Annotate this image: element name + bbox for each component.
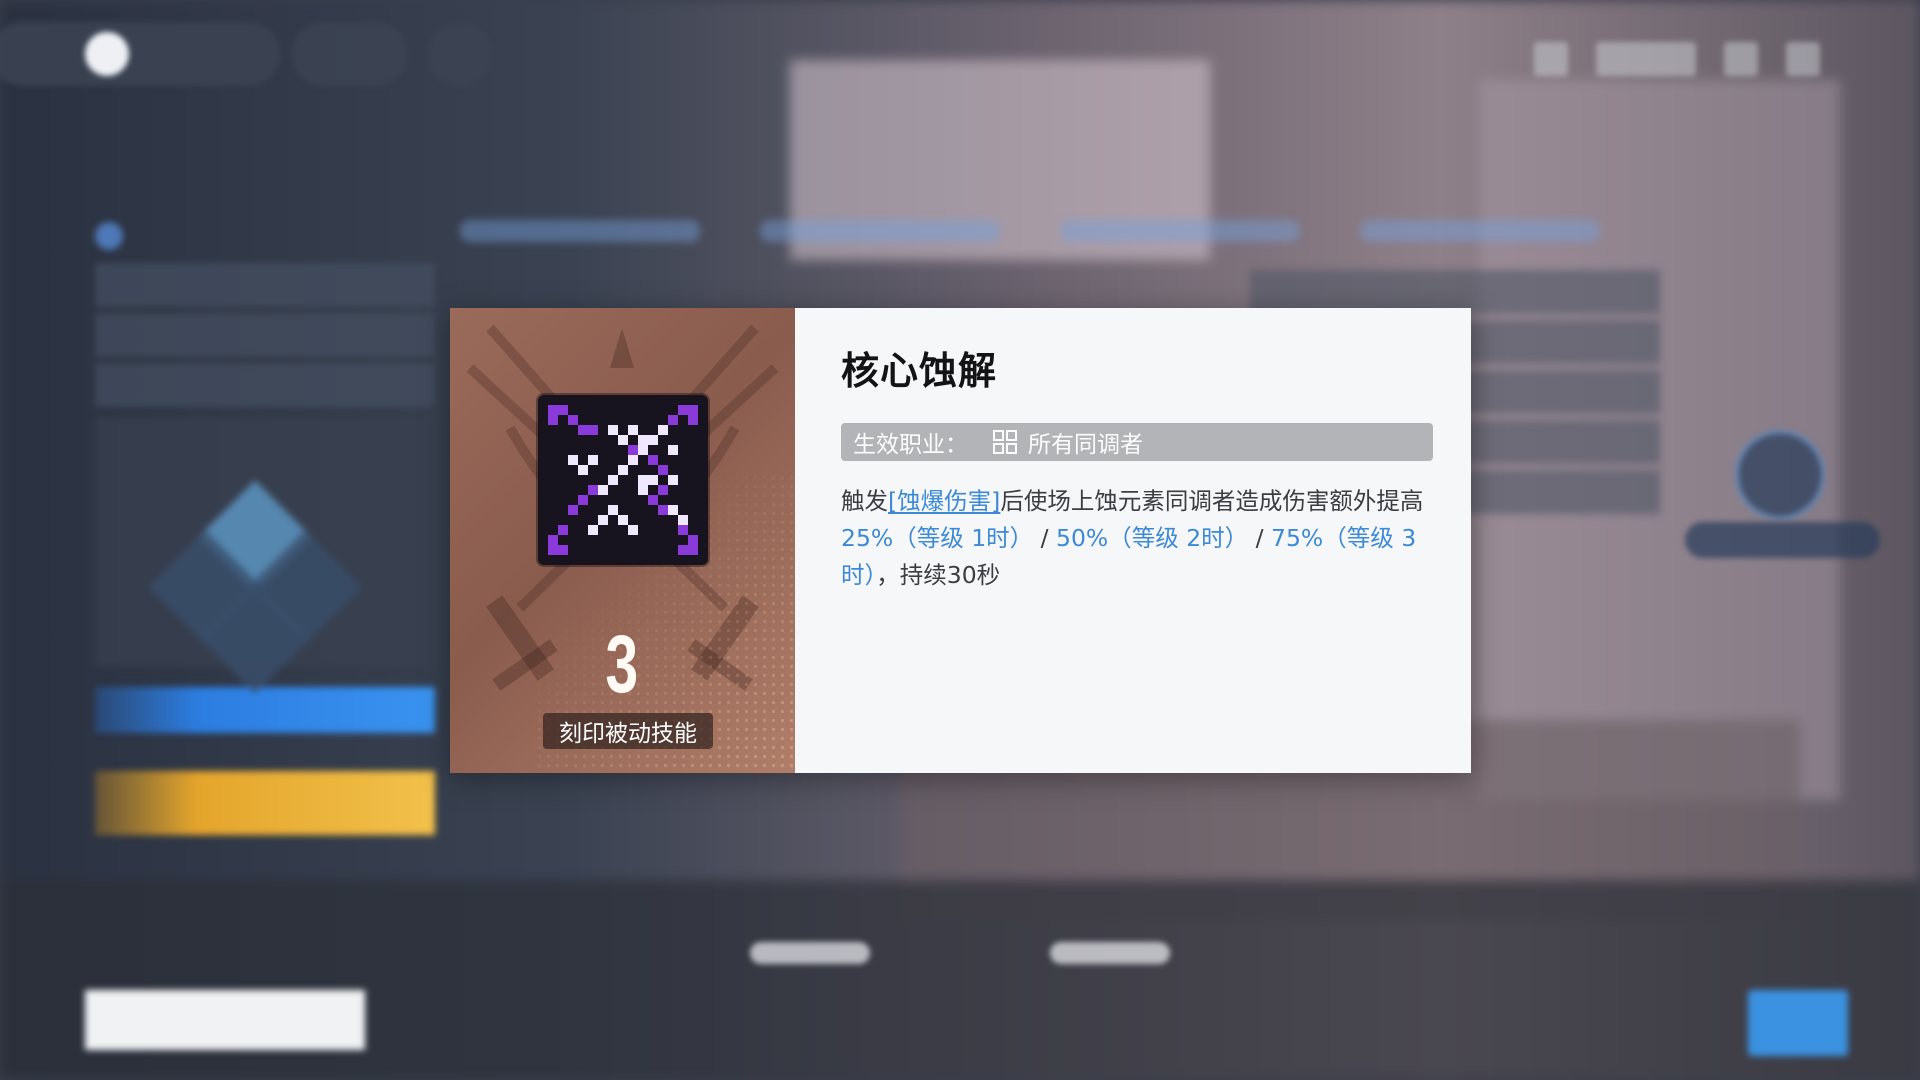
- help-button[interactable]: [428, 22, 492, 86]
- hud-icon[interactable]: [1724, 42, 1758, 76]
- stats-panel-header: [95, 215, 435, 257]
- back-icon: [85, 32, 129, 76]
- separator: /: [1248, 524, 1272, 552]
- top-right-hud: [1534, 42, 1820, 76]
- hud-icon[interactable]: [1786, 42, 1820, 76]
- separator: /: [1033, 524, 1057, 552]
- description-text: 后使场上蚀元素同调者造成伤害额外提高: [1000, 487, 1424, 515]
- column-header: [1060, 220, 1300, 242]
- rotation-widget[interactable]: [95, 417, 435, 694]
- skill-level-number: 3: [605, 619, 640, 710]
- skill-description: 触发[蚀爆伤害]后使场上蚀元素同调者造成伤害额外提高 25%（等级 1时） / 5…: [841, 483, 1433, 594]
- reset-button[interactable]: [1735, 430, 1825, 520]
- column-header: [760, 220, 1000, 242]
- skill-detail-dialog[interactable]: 3 刻印被动技能 核心蚀解 生效职业： 所有同调者 触发[蚀爆伤害]后使场上蚀元…: [450, 308, 1471, 773]
- skill-card: 3 刻印被动技能: [450, 308, 795, 773]
- settings-button[interactable]: [292, 22, 408, 86]
- page-indicator: [750, 938, 1170, 968]
- value-level-2: 50%（等级 2时）: [1056, 524, 1249, 552]
- reset-label: [1685, 522, 1880, 558]
- pixel-bow-icon: [538, 395, 708, 565]
- stat-row: [95, 313, 435, 357]
- description-text: ，持续30秒: [876, 561, 1001, 589]
- grid-squares-icon: [993, 430, 1017, 454]
- class-value: 所有同调者: [1028, 432, 1143, 458]
- description-text: 触发: [841, 487, 888, 515]
- column-headers: [460, 220, 1600, 260]
- back-button[interactable]: [0, 22, 280, 86]
- hud-icon[interactable]: [1534, 42, 1568, 76]
- stats-panel: [95, 215, 435, 835]
- level-bar: [95, 771, 435, 835]
- page-arrow-left[interactable]: [750, 942, 870, 964]
- skill-title: 核心蚀解: [841, 348, 998, 393]
- confirm-button[interactable]: [1748, 990, 1848, 1056]
- rank-bar: [95, 687, 435, 733]
- bottom-nav: [0, 990, 1920, 1080]
- column-header: [1360, 220, 1600, 242]
- hud-toggle-button[interactable]: [1596, 42, 1696, 76]
- tab-archive[interactable]: [1255, 990, 1485, 1050]
- tab-core[interactable]: [690, 990, 920, 1050]
- skill-type-badge: 刻印被动技能: [543, 713, 713, 749]
- skill-detail-panel: 核心蚀解 生效职业： 所有同调者 触发[蚀爆伤害]后使场上蚀元素同调者造成伤害额…: [795, 308, 1471, 773]
- class-label: 生效职业：: [853, 432, 968, 458]
- stat-row: [95, 363, 435, 407]
- tab-battle[interactable]: [400, 990, 630, 1050]
- value-level-1: 25%（等级 1时）: [841, 524, 1034, 552]
- class-requirement-bar: 生效职业： 所有同调者: [841, 423, 1433, 461]
- stat-row: [95, 263, 435, 307]
- tab-records[interactable]: [970, 990, 1200, 1050]
- page-arrow-right[interactable]: [1050, 942, 1170, 964]
- info-icon: [95, 222, 123, 250]
- keyword-link-erosion-burst[interactable]: [蚀爆伤害]: [888, 487, 1000, 515]
- tab-info[interactable]: [85, 990, 365, 1050]
- column-header: [460, 220, 700, 242]
